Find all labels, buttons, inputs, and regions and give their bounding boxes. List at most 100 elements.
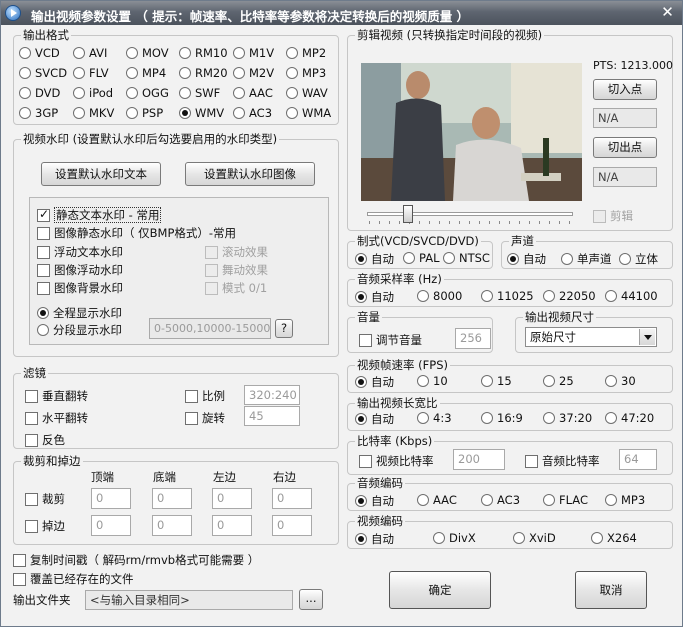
format-option[interactable]: MP4	[126, 66, 166, 80]
radio-button[interactable]	[543, 290, 555, 302]
radio-button[interactable]	[481, 412, 493, 424]
radio-button[interactable]	[73, 87, 85, 99]
video-codec-option[interactable]: DivX	[433, 531, 476, 545]
crop-top-input[interactable]: 0	[91, 488, 131, 509]
format-option[interactable]: M1V	[233, 46, 274, 60]
radio-button[interactable]	[73, 47, 85, 59]
radio-button[interactable]	[355, 533, 367, 545]
format-option[interactable]: RM20	[179, 66, 228, 80]
mark-out-button[interactable]: 切出点	[593, 137, 657, 158]
size-select[interactable]: 原始尺寸	[525, 327, 657, 347]
checkbox[interactable]	[525, 455, 538, 468]
radio-button[interactable]	[19, 47, 31, 59]
audio-bitrate-input[interactable]: 64	[619, 449, 657, 470]
floating-text-watermark-check[interactable]: 浮动文本水印	[37, 244, 123, 260]
static-text-watermark-check[interactable]: 静态文本水印 - 常用	[37, 207, 162, 223]
format-option[interactable]: AC3	[233, 106, 272, 120]
radio-button[interactable]	[605, 290, 617, 302]
sample-rate-option[interactable]: 自动	[355, 289, 394, 305]
format-option[interactable]: DVD	[19, 86, 60, 100]
fps-option[interactable]: 15	[481, 374, 512, 388]
channel-mono[interactable]: 单声道	[561, 251, 612, 267]
format-option[interactable]: AVI	[73, 46, 107, 60]
aspect-option[interactable]: 37:20	[543, 411, 592, 425]
pad-right-input[interactable]: 0	[272, 515, 312, 536]
standard-auto[interactable]: 自动	[355, 251, 394, 267]
radio-button[interactable]	[481, 375, 493, 387]
image-static-watermark-check[interactable]: 图像静态水印（ 仅BMP格式）-常用	[37, 225, 236, 241]
radio-button[interactable]	[37, 307, 49, 319]
ok-button[interactable]: 确定	[389, 571, 491, 609]
radio-button[interactable]	[591, 532, 603, 544]
checkbox[interactable]	[593, 210, 606, 223]
standard-pal[interactable]: PAL	[403, 251, 439, 265]
radio-button[interactable]	[355, 291, 367, 303]
pad-top-input[interactable]: 0	[91, 515, 131, 536]
format-option[interactable]: iPod	[73, 86, 113, 100]
sample-rate-option[interactable]: 8000	[417, 289, 462, 303]
display-segment-radio[interactable]: 分段显示水印	[37, 322, 122, 338]
radio-button[interactable]	[417, 412, 429, 424]
audio-codec-option[interactable]: AAC	[417, 493, 457, 507]
format-option[interactable]: MKV	[73, 106, 114, 120]
pad-left-input[interactable]: 0	[212, 515, 252, 536]
checkbox[interactable]	[359, 334, 372, 347]
radio-button[interactable]	[403, 252, 415, 264]
radio-button[interactable]	[543, 494, 555, 506]
format-option[interactable]: WMA	[286, 106, 331, 120]
radio-button[interactable]	[543, 412, 555, 424]
radio-button[interactable]	[19, 67, 31, 79]
radio-button[interactable]	[286, 67, 298, 79]
radio-button[interactable]	[507, 253, 519, 265]
adjust-volume-check[interactable]: 调节音量	[359, 332, 422, 348]
format-option[interactable]: MP2	[286, 46, 326, 60]
radio-button[interactable]	[619, 253, 631, 265]
format-option[interactable]: PSP	[126, 106, 163, 120]
format-option[interactable]: MOV	[126, 46, 169, 60]
radio-button[interactable]	[233, 87, 245, 99]
radio-button[interactable]	[73, 67, 85, 79]
format-option[interactable]: FLV	[73, 66, 109, 80]
radio-button[interactable]	[126, 107, 138, 119]
dance-effect-check[interactable]: 舞动效果	[205, 262, 268, 278]
browse-folder-button[interactable]: ...	[299, 589, 323, 610]
radio-button[interactable]	[355, 376, 367, 388]
radio-button[interactable]	[417, 375, 429, 387]
sample-rate-option[interactable]: 11025	[481, 289, 534, 303]
radio-button[interactable]	[19, 87, 31, 99]
radio-button[interactable]	[481, 494, 493, 506]
format-option[interactable]: OGG	[126, 86, 169, 100]
video-codec-option[interactable]: XviD	[513, 531, 556, 545]
radio-button[interactable]	[179, 67, 191, 79]
radio-button[interactable]	[355, 253, 367, 265]
checkbox[interactable]	[37, 282, 50, 295]
radio-button[interactable]	[417, 290, 429, 302]
seek-slider[interactable]	[367, 205, 573, 224]
radio-button[interactable]	[561, 253, 573, 265]
channel-auto[interactable]: 自动	[507, 251, 546, 267]
radio-button[interactable]	[126, 47, 138, 59]
checkbox[interactable]	[25, 520, 38, 533]
chevron-down-icon[interactable]	[639, 329, 655, 345]
checkbox[interactable]	[37, 207, 50, 222]
radio-button[interactable]	[605, 412, 617, 424]
radio-button[interactable]	[37, 324, 49, 336]
display-all-radio[interactable]: 全程显示水印	[37, 305, 122, 321]
checkbox[interactable]	[359, 455, 372, 468]
pad-check[interactable]: 掉边	[25, 518, 65, 534]
crop-bottom-input[interactable]: 0	[152, 488, 192, 509]
radio-button[interactable]	[233, 67, 245, 79]
format-option[interactable]: MP3	[286, 66, 326, 80]
audio-codec-option[interactable]: FLAC	[543, 493, 588, 507]
invert-check[interactable]: 反色	[25, 432, 65, 448]
radio-button[interactable]	[179, 107, 191, 119]
close-icon[interactable]: ✕	[659, 4, 676, 21]
radio-button[interactable]	[126, 67, 138, 79]
format-option[interactable]: VCD	[19, 46, 60, 60]
set-watermark-text-button[interactable]: 设置默认水印文本	[41, 162, 161, 186]
radio-button[interactable]	[543, 375, 555, 387]
overwrite-check[interactable]: 覆盖已经存在的文件	[13, 571, 134, 587]
aspect-option[interactable]: 47:20	[605, 411, 654, 425]
set-watermark-image-button[interactable]: 设置默认水印图像	[185, 162, 315, 186]
mark-in-button[interactable]: 切入点	[593, 79, 657, 100]
